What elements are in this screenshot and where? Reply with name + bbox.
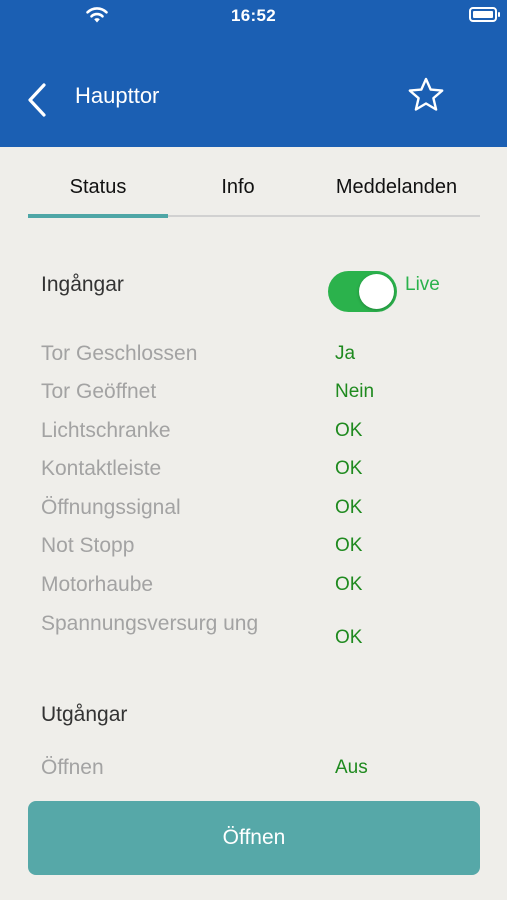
input-row-value: OK bbox=[335, 574, 363, 595]
input-row-value: OK bbox=[335, 535, 363, 556]
input-row-label: Öffnungssignal bbox=[41, 496, 181, 519]
input-row-label: Tor Geöffnet bbox=[41, 380, 157, 403]
input-row-value: OK bbox=[335, 627, 363, 648]
output-row-label: Öffnen bbox=[41, 756, 104, 779]
output-row-value: Aus bbox=[335, 757, 368, 778]
live-label: Live bbox=[405, 274, 440, 295]
tab-bar: Status Info Meddelanden bbox=[28, 160, 480, 220]
input-row-label: Lichtschranke bbox=[41, 419, 171, 442]
input-row-value: Nein bbox=[335, 381, 375, 402]
input-row-label: Motorhaube bbox=[41, 573, 154, 596]
live-toggle[interactable] bbox=[328, 271, 397, 312]
input-row-label: Not Stopp bbox=[41, 534, 135, 557]
app-header: 16:52 Haupttor bbox=[0, 0, 507, 147]
favorite-star-icon[interactable] bbox=[406, 76, 446, 114]
battery-icon bbox=[469, 7, 500, 22]
tab-messages[interactable]: Meddelanden bbox=[313, 176, 480, 199]
back-chevron-icon[interactable] bbox=[22, 80, 56, 120]
tab-info[interactable]: Info bbox=[178, 176, 298, 199]
inputs-section-title: Ingångar bbox=[41, 273, 124, 296]
input-row-value: OK bbox=[335, 458, 363, 479]
status-bar: 16:52 bbox=[0, 0, 507, 30]
outputs-section-title: Utgångar bbox=[41, 703, 128, 726]
status-time: 16:52 bbox=[231, 6, 276, 25]
tab-active-indicator bbox=[28, 214, 168, 218]
page-title: Haupttor bbox=[75, 83, 160, 108]
input-row-label: Spannungsversurg ung bbox=[41, 612, 259, 635]
input-row-value: OK bbox=[335, 497, 363, 518]
input-row-value: OK bbox=[335, 420, 363, 441]
input-row-label: Tor Geschlossen bbox=[41, 342, 198, 365]
input-row-value: Ja bbox=[335, 343, 356, 364]
tab-status[interactable]: Status bbox=[28, 176, 168, 199]
input-row-label: Kontaktleiste bbox=[41, 457, 162, 480]
open-button[interactable]: Öffnen bbox=[28, 801, 480, 875]
toggle-knob bbox=[359, 274, 394, 309]
